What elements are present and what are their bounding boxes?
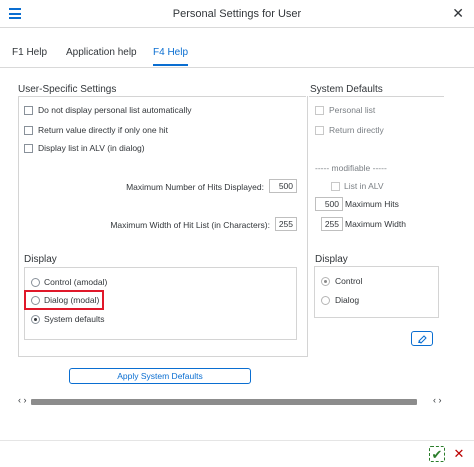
checkbox-list-in-alv <box>331 182 340 191</box>
radio-default-control-label: Control <box>335 276 363 286</box>
title-bar: Personal Settings for User ✕ <box>0 0 474 28</box>
radio-system-defaults[interactable] <box>31 315 40 324</box>
tab-application-help[interactable]: Application help <box>66 47 137 64</box>
tab-f4-help[interactable]: F4 Help <box>153 47 189 66</box>
scroll-left-arrows[interactable]: ‹ › <box>18 395 27 405</box>
confirm-icon[interactable]: ✔ <box>429 446 445 462</box>
max-width-label: Maximum Width of Hit List (in Characters… <box>110 220 270 230</box>
scroll-thumb[interactable] <box>31 399 417 405</box>
radio-default-dialog-label: Dialog <box>335 295 360 305</box>
checkbox-list-in-alv-label: List in ALV <box>344 181 384 191</box>
checkbox-no-personal-list-label: Do not display personal list automatical… <box>38 105 192 115</box>
pen-icon <box>418 335 427 344</box>
default-max-width-field: 255 <box>321 217 343 231</box>
section-border-bottom <box>18 356 308 357</box>
tab-strip: F1 Help Application help F4 Help <box>0 44 474 68</box>
default-max-width-label: Maximum Width <box>345 219 406 229</box>
default-display-title: Display <box>315 254 348 265</box>
cancel-icon[interactable]: ✕ <box>451 446 467 462</box>
section-separator <box>307 96 308 356</box>
checkbox-no-personal-list[interactable] <box>24 106 33 115</box>
footer-bar: ✔ ✕ <box>0 440 474 467</box>
checkbox-return-directly[interactable] <box>24 126 33 135</box>
default-max-hits-label: Maximum Hits <box>345 199 399 209</box>
display-settings-button[interactable] <box>411 331 433 346</box>
radio-default-dialog <box>321 296 330 305</box>
max-hits-field[interactable]: 500 <box>269 179 297 193</box>
checkbox-return-directly-default <box>315 126 324 135</box>
checkbox-personal-list-label: Personal list <box>329 105 376 115</box>
display-title: Display <box>24 254 57 265</box>
max-hits-label: Maximum Number of Hits Displayed: <box>126 182 264 192</box>
system-defaults-divider <box>309 96 444 97</box>
horizontal-scrollbar[interactable]: ‹ › ‹ › <box>0 394 474 408</box>
radio-system-defaults-label: System defaults <box>44 314 105 324</box>
radio-control-amodal-label: Control (amodal) <box>44 277 108 287</box>
window-title: Personal Settings for User <box>172 8 302 20</box>
user-specific-settings-title: User-Specific Settings <box>18 84 117 95</box>
checkbox-personal-list <box>315 106 324 115</box>
default-display-group <box>314 266 439 318</box>
default-max-hits-field: 500 <box>315 197 343 211</box>
checkbox-return-directly-label: Return value directly if only one hit <box>38 125 168 135</box>
checkbox-return-directly-default-label: Return directly <box>329 125 384 135</box>
tab-f1-help[interactable]: F1 Help <box>12 47 47 64</box>
checkbox-display-alv[interactable] <box>24 144 33 153</box>
apply-system-defaults-button[interactable]: Apply System Defaults <box>69 368 251 384</box>
scroll-right-arrows[interactable]: ‹ › <box>433 395 442 405</box>
close-icon[interactable]: ✕ <box>452 5 464 22</box>
radio-control-amodal[interactable] <box>31 278 40 287</box>
system-defaults-title: System Defaults <box>310 84 383 95</box>
section-divider <box>18 96 306 97</box>
radio-default-control <box>321 277 330 286</box>
section-border-left <box>18 96 19 356</box>
max-width-field[interactable]: 255 <box>275 217 297 231</box>
modifiable-label: ----- modifiable ----- <box>315 163 387 173</box>
checkbox-display-alv-label: Display list in ALV (in dialog) <box>38 143 145 153</box>
radio-dialog-modal-label: Dialog (modal) <box>44 295 100 305</box>
radio-dialog-modal[interactable] <box>31 296 40 305</box>
